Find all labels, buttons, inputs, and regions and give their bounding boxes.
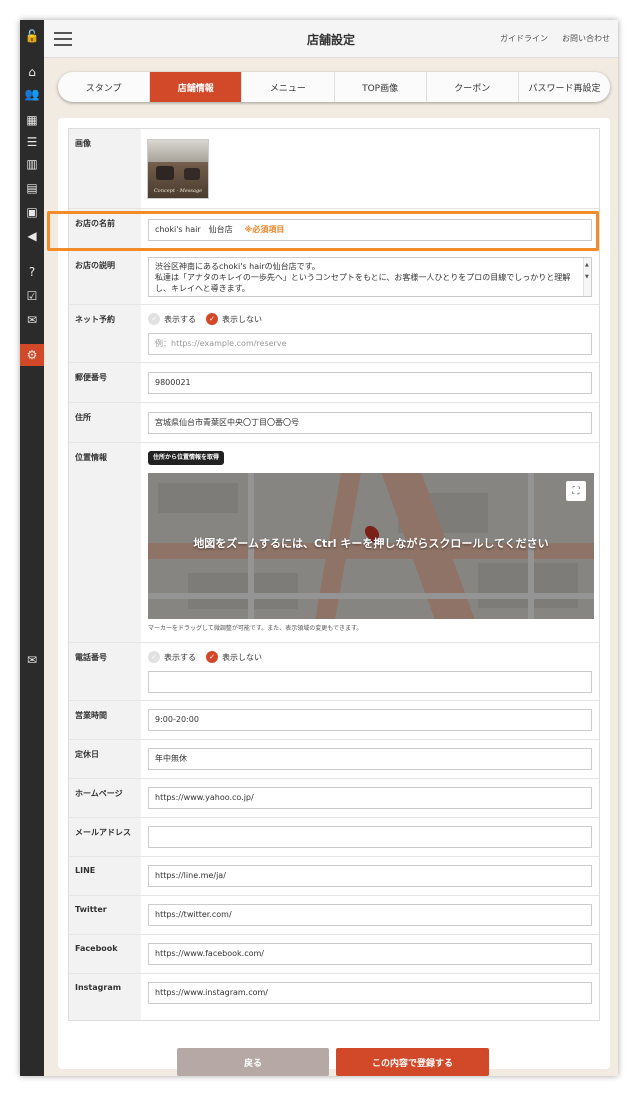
- phone-hide-radio[interactable]: ✓ 表示しない: [206, 651, 262, 663]
- tab-bar: スタンプ 店舗情報 メニュー TOP画像 クーポン パスワード再設定: [58, 72, 610, 102]
- news-icon[interactable]: ▤: [20, 178, 44, 198]
- net-booking-url-input[interactable]: 例：https://example.com/reserve: [148, 333, 592, 355]
- users-icon[interactable]: 👥: [20, 84, 44, 104]
- email-input[interactable]: [148, 826, 592, 848]
- lock-icon[interactable]: 🔓: [20, 26, 44, 46]
- twitter-label: Twitter: [69, 896, 141, 934]
- homepage-input[interactable]: https://www.yahoo.co.jp/: [148, 787, 592, 809]
- holiday-row: 定休日 年中無休: [69, 740, 599, 779]
- shop-name-highlight: [47, 211, 599, 251]
- tab-shop-info[interactable]: 店舗情報: [150, 72, 243, 102]
- email-row: メールアドレス: [69, 818, 599, 857]
- map-note: マーカーをドラッグして微調整が可能です。また、表示領域の変更もできます。: [148, 625, 363, 632]
- app-window: 🔓 ⌂ 👥 ▦ ☰ ▥ ▤ ▣ ◀ ? ☑ ✉ ⚙ ✉ 店舗設定 ガイドライン …: [20, 20, 618, 1076]
- description-row: お店の説明 渋谷区神南にあるchoki's hairの仙台店です。 私達は「アナ…: [69, 251, 599, 305]
- hours-row: 営業時間 9:00-20:00: [69, 701, 599, 740]
- address-input[interactable]: 宮城県仙台市青葉区中央〇丁目〇番〇号: [148, 412, 592, 434]
- facebook-input[interactable]: https://www.facebook.com/: [148, 943, 592, 965]
- help-icon[interactable]: ?: [20, 262, 44, 282]
- mail-icon[interactable]: ✉: [20, 650, 44, 670]
- guideline-link[interactable]: ガイドライン: [500, 33, 548, 44]
- header-links: ガイドライン お問い合わせ: [500, 33, 610, 44]
- net-booking-radios: ✓ 表示する ✓ 表示しない: [148, 313, 262, 325]
- megaphone-icon[interactable]: ◀: [20, 226, 44, 246]
- twitter-row: Twitter https://twitter.com/: [69, 896, 599, 935]
- fullscreen-icon[interactable]: ⛶: [566, 481, 586, 501]
- hours-input[interactable]: 9:00-20:00: [148, 709, 592, 731]
- tab-top-image[interactable]: TOP画像: [335, 72, 427, 102]
- check-icon: ✓: [148, 651, 160, 663]
- location-label: 位置情報: [69, 443, 141, 642]
- net-booking-label: ネット予約: [69, 305, 141, 362]
- description-label: お店の説明: [69, 251, 141, 304]
- net-booking-hide-radio[interactable]: ✓ 表示しない: [206, 313, 262, 325]
- email-label: メールアドレス: [69, 818, 141, 856]
- check-icon: ✓: [148, 313, 160, 325]
- address-label: 住所: [69, 403, 141, 442]
- check-icon[interactable]: ☑: [20, 286, 44, 306]
- sidebar: 🔓 ⌂ 👥 ▦ ☰ ▥ ▤ ▣ ◀ ? ☑ ✉ ⚙ ✉: [20, 20, 44, 1076]
- form-card: 画像 Concept ⋅ Message お店の名前 choki's hair …: [58, 118, 610, 1069]
- chart-icon[interactable]: ▥: [20, 154, 44, 174]
- net-booking-show-radio[interactable]: ✓ 表示する: [148, 313, 196, 325]
- mail-icon[interactable]: ✉: [20, 310, 44, 330]
- back-button[interactable]: 戻る: [177, 1048, 329, 1076]
- phone-radios: ✓ 表示する ✓ 表示しない: [148, 651, 262, 663]
- tab-password-reset[interactable]: パスワード再設定: [519, 72, 610, 102]
- net-booking-row: ネット予約 ✓ 表示する ✓ 表示しない 例：https://example.com…: [69, 305, 599, 363]
- postal-label: 郵便番号: [69, 363, 141, 402]
- shop-image[interactable]: Concept ⋅ Message: [147, 139, 209, 199]
- contact-link[interactable]: お問い合わせ: [562, 33, 610, 44]
- home-icon[interactable]: ⌂: [20, 62, 44, 82]
- net-booking-show-label: 表示する: [164, 314, 196, 324]
- holiday-label: 定休日: [69, 740, 141, 778]
- twitter-input[interactable]: https://twitter.com/: [148, 904, 592, 926]
- phone-input[interactable]: [148, 671, 592, 693]
- facebook-label: Facebook: [69, 935, 141, 973]
- postal-input[interactable]: 9800021: [148, 372, 592, 394]
- homepage-row: ホームページ https://www.yahoo.co.jp/: [69, 779, 599, 818]
- net-booking-hide-label: 表示しない: [222, 314, 262, 324]
- submit-button[interactable]: この内容で登録する: [336, 1048, 489, 1076]
- instagram-row: Instagram https://www.instagram.com/: [69, 974, 599, 1020]
- line-input[interactable]: https://line.me/ja/: [148, 865, 592, 887]
- tab-coupon[interactable]: クーポン: [427, 72, 519, 102]
- address-row: 住所 宮城県仙台市青葉区中央〇丁目〇番〇号: [69, 403, 599, 443]
- map-zoom-message: 地図をズームするには、Ctrl キーを押しながらスクロールしてください: [193, 537, 549, 550]
- tab-stamp[interactable]: スタンプ: [58, 72, 151, 102]
- hours-label: 営業時間: [69, 701, 141, 739]
- homepage-label: ホームページ: [69, 779, 141, 817]
- postal-row: 郵便番号 9800021: [69, 363, 599, 403]
- line-row: LINE https://line.me/ja/: [69, 857, 599, 896]
- calendar-icon[interactable]: ▣: [20, 202, 44, 222]
- get-location-button[interactable]: 住所から位置情報を取得: [148, 451, 225, 465]
- image-label: 画像: [69, 129, 141, 208]
- instagram-label: Instagram: [69, 974, 141, 1020]
- phone-show-label: 表示する: [164, 652, 196, 662]
- image-row: 画像 Concept ⋅ Message: [69, 129, 599, 209]
- map[interactable]: 地図をズームするには、Ctrl キーを押しながらスクロールしてください ⛶: [148, 473, 594, 619]
- gear-icon[interactable]: ⚙: [20, 344, 44, 366]
- phone-row: 電話番号 ✓ 表示する ✓ 表示しない: [69, 643, 599, 701]
- textarea-scrollbar[interactable]: ▲ ▼: [583, 258, 591, 296]
- shop-settings-form: 画像 Concept ⋅ Message お店の名前 choki's hair …: [68, 128, 600, 1021]
- description-value: 渋谷区神南にあるchoki's hairの仙台店です。 私達は「アナタのキレイの…: [155, 262, 571, 293]
- phone-hide-label: 表示しない: [222, 652, 262, 662]
- holiday-input[interactable]: 年中無休: [148, 748, 592, 770]
- tab-menu[interactable]: メニュー: [242, 72, 335, 102]
- top-bar: 店舗設定 ガイドライン お問い合わせ: [44, 20, 618, 58]
- check-icon: ✓: [206, 313, 218, 325]
- check-icon: ✓: [206, 651, 218, 663]
- shop-image-caption: Concept ⋅ Message: [153, 188, 203, 194]
- barcode-icon[interactable]: ▦: [20, 110, 44, 130]
- location-row: 位置情報 住所から位置情報を取得 地図をズームするには、Ctrl キーを押しなが…: [69, 443, 599, 643]
- instagram-input[interactable]: https://www.instagram.com/: [148, 982, 592, 1004]
- phone-label: 電話番号: [69, 643, 141, 700]
- line-label: LINE: [69, 857, 141, 895]
- description-textarea[interactable]: 渋谷区神南にあるchoki's hairの仙台店です。 私達は「アナタのキレイの…: [148, 257, 592, 297]
- facebook-row: Facebook https://www.facebook.com/: [69, 935, 599, 974]
- phone-show-radio[interactable]: ✓ 表示する: [148, 651, 196, 663]
- database-icon[interactable]: ☰: [20, 132, 44, 152]
